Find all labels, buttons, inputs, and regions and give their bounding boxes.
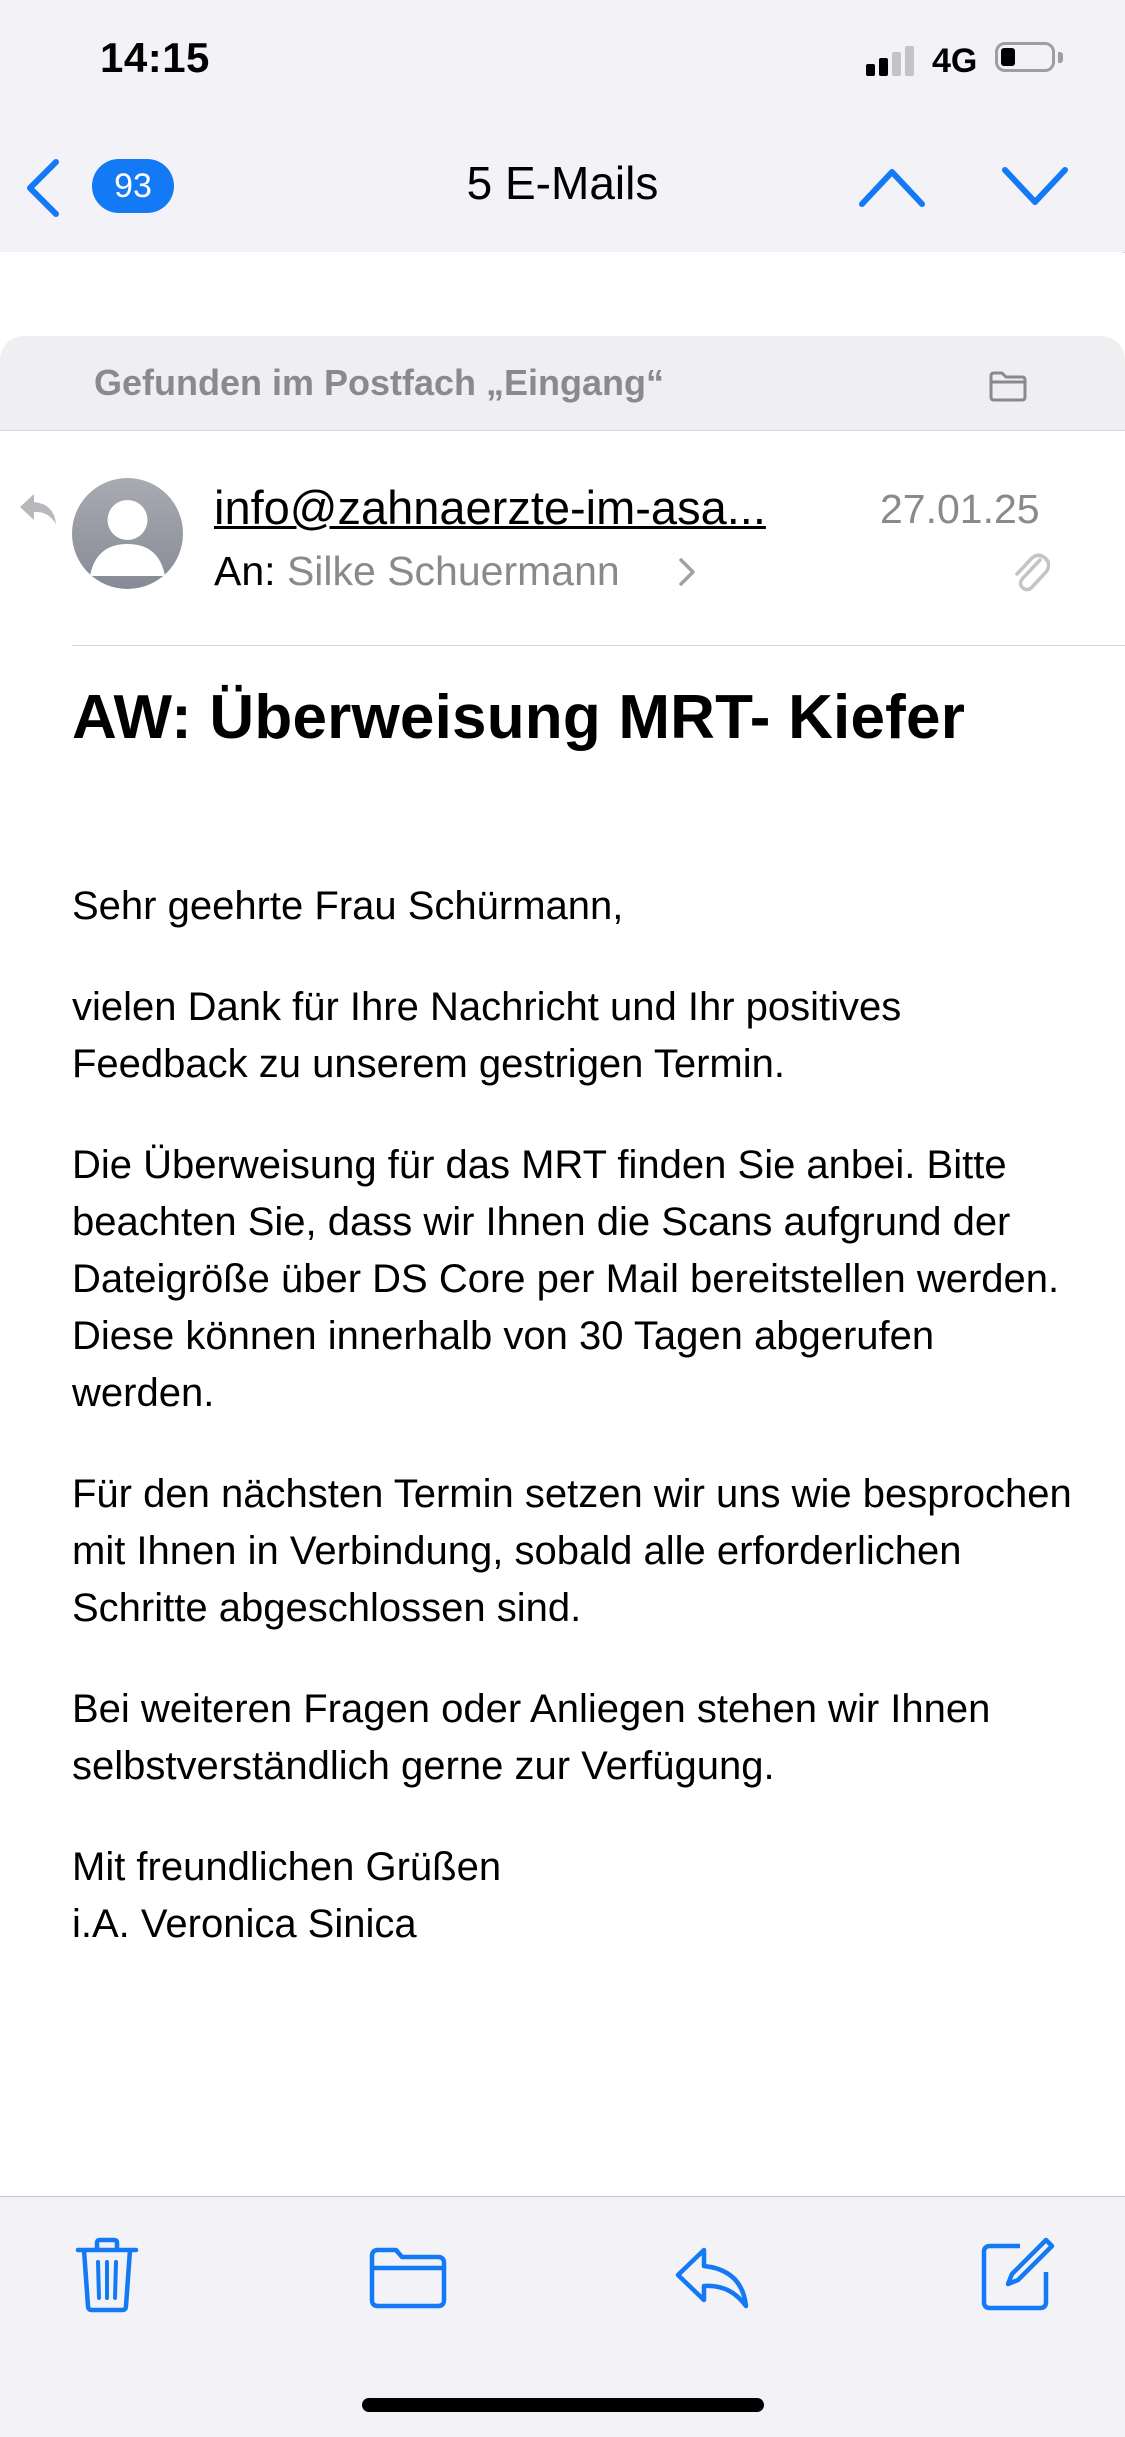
folder-icon bbox=[369, 2247, 447, 2309]
page-title: 5 E-Mails bbox=[466, 157, 659, 209]
header-divider bbox=[72, 645, 1125, 646]
compose-icon bbox=[981, 2237, 1055, 2311]
next-message-button[interactable] bbox=[1001, 162, 1069, 210]
battery-icon bbox=[995, 42, 1065, 76]
sender-address[interactable]: info@zahnaerzte-im-asa... bbox=[214, 480, 766, 535]
trash-icon bbox=[75, 2237, 139, 2313]
reply-icon bbox=[675, 2247, 749, 2309]
move-to-folder-button[interactable] bbox=[368, 2246, 448, 2310]
reply-button[interactable] bbox=[674, 2244, 750, 2310]
home-indicator[interactable] bbox=[362, 2398, 764, 2412]
network-type: 4G bbox=[932, 42, 978, 80]
signature-line: i.A. Veronica Sinica bbox=[72, 1902, 417, 1946]
attachment-icon bbox=[1010, 550, 1051, 592]
compose-button[interactable] bbox=[980, 2236, 1056, 2312]
person-icon bbox=[90, 500, 165, 576]
mailbox-banner-text: Gefunden im Postfach „Eingang“ bbox=[94, 362, 665, 403]
body-paragraph: Die Überweisung für das MRT finden Sie a… bbox=[72, 1143, 1060, 1415]
recipient-label: An: bbox=[214, 548, 276, 594]
body-paragraph: Sehr geehrte Frau Schürmann, bbox=[72, 884, 624, 928]
recipient-row[interactable]: An: Silke Schuermann bbox=[214, 548, 620, 595]
chevron-right-icon bbox=[676, 556, 698, 588]
message-body: Sehr geehrte Frau Schürmann, vielen Dank… bbox=[72, 878, 1072, 1953]
sender-avatar bbox=[72, 478, 183, 589]
closing-line: Mit freundlichen Grüßen bbox=[72, 1845, 502, 1889]
signal-strength-icon bbox=[866, 44, 916, 76]
message-subject: AW: Überweisung MRT- Kiefer bbox=[72, 683, 966, 752]
body-paragraph: Für den nächsten Termin setzen wir uns w… bbox=[72, 1472, 1072, 1630]
previous-message-card[interactable] bbox=[0, 252, 1122, 306]
chevron-up-icon bbox=[859, 169, 925, 207]
replied-indicator-icon bbox=[18, 492, 58, 526]
status-time: 14:15 bbox=[100, 34, 210, 81]
body-paragraph: Bei weiteren Fragen oder Anliegen stehen… bbox=[72, 1687, 991, 1788]
previous-message-button[interactable] bbox=[858, 162, 926, 210]
recipient-name: Silke Schuermann bbox=[286, 548, 620, 594]
body-paragraph: vielen Dank für Ihre Nachricht und Ihr p… bbox=[72, 985, 902, 1086]
message-date: 27.01.25 bbox=[880, 486, 1040, 532]
chevron-down-icon bbox=[1002, 167, 1068, 205]
delete-button[interactable] bbox=[74, 2236, 140, 2314]
folder-icon bbox=[988, 370, 1028, 402]
